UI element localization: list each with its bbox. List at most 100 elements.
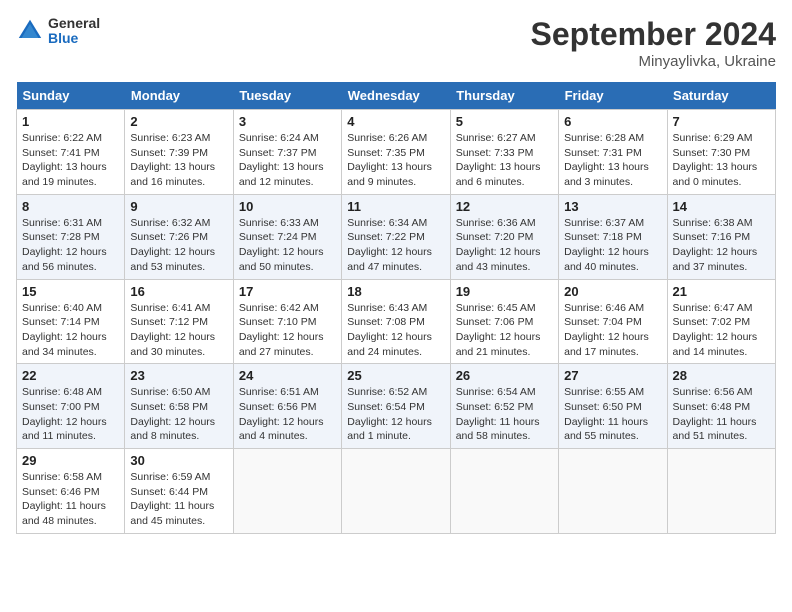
day-info: Sunrise: 6:43 AM Sunset: 7:08 PM Dayligh… <box>347 301 444 360</box>
day-info: Sunrise: 6:40 AM Sunset: 7:14 PM Dayligh… <box>22 301 119 360</box>
day-info: Sunrise: 6:24 AM Sunset: 7:37 PM Dayligh… <box>239 131 336 190</box>
calendar-cell: 22Sunrise: 6:48 AM Sunset: 7:00 PM Dayli… <box>17 364 125 449</box>
day-number: 5 <box>456 114 553 129</box>
dow-header-tuesday: Tuesday <box>233 82 341 110</box>
calendar-table: SundayMondayTuesdayWednesdayThursdayFrid… <box>16 82 776 534</box>
day-number: 6 <box>564 114 661 129</box>
logo-text: General Blue <box>48 16 100 47</box>
calendar-cell: 8 Sunrise: 6:31 AM Sunset: 7:28 PM Daylig… <box>17 194 125 279</box>
day-info: Sunrise: 6:46 AM Sunset: 7:04 PM Dayligh… <box>564 301 661 360</box>
dow-header-sunday: Sunday <box>17 82 125 110</box>
day-info: Sunrise: 6:45 AM Sunset: 7:06 PM Dayligh… <box>456 301 553 360</box>
day-info: Sunrise: 6:50 AM Sunset: 6:58 PM Dayligh… <box>130 385 227 444</box>
day-info: Sunrise: 6:37 AM Sunset: 7:18 PM Dayligh… <box>564 216 661 275</box>
day-number: 10 <box>239 199 336 214</box>
month-title: September 2024 <box>531 16 776 53</box>
day-info: Sunrise: 6:42 AM Sunset: 7:10 PM Dayligh… <box>239 301 336 360</box>
calendar-cell: 1Sunrise: 6:22 AM Sunset: 7:41 PM Daylig… <box>17 110 125 195</box>
day-info: Sunrise: 6:58 AM Sunset: 6:46 PM Dayligh… <box>22 470 119 529</box>
day-info: Sunrise: 6:23 AM Sunset: 7:39 PM Dayligh… <box>130 131 227 190</box>
day-number: 23 <box>130 368 227 383</box>
day-number: 16 <box>130 284 227 299</box>
dow-header-friday: Friday <box>559 82 667 110</box>
day-number: 27 <box>564 368 661 383</box>
calendar-cell <box>559 449 667 534</box>
day-number: 1 <box>22 114 119 129</box>
day-number: 13 <box>564 199 661 214</box>
day-number: 24 <box>239 368 336 383</box>
day-info: Sunrise: 6:33 AM Sunset: 7:24 PM Dayligh… <box>239 216 336 275</box>
day-info: Sunrise: 6:31 AM Sunset: 7:28 PM Dayligh… <box>22 216 119 275</box>
day-info: Sunrise: 6:52 AM Sunset: 6:54 PM Dayligh… <box>347 385 444 444</box>
dow-header-thursday: Thursday <box>450 82 558 110</box>
calendar-cell: 9 Sunrise: 6:32 AM Sunset: 7:26 PM Daylig… <box>125 194 233 279</box>
dow-header-saturday: Saturday <box>667 82 775 110</box>
day-info: Sunrise: 6:29 AM Sunset: 7:30 PM Dayligh… <box>673 131 770 190</box>
logo-general: General <box>48 16 100 31</box>
day-info: Sunrise: 6:36 AM Sunset: 7:20 PM Dayligh… <box>456 216 553 275</box>
title-block: September 2024 Minyaylivka, Ukraine <box>531 16 776 70</box>
calendar-cell: 28Sunrise: 6:56 AM Sunset: 6:48 PM Dayli… <box>667 364 775 449</box>
day-number: 3 <box>239 114 336 129</box>
day-info: Sunrise: 6:32 AM Sunset: 7:26 PM Dayligh… <box>130 216 227 275</box>
calendar-cell: 6 Sunrise: 6:28 AM Sunset: 7:31 PM Daylig… <box>559 110 667 195</box>
calendar-cell: 5Sunrise: 6:27 AM Sunset: 7:33 PM Daylig… <box>450 110 558 195</box>
logo-blue: Blue <box>48 31 100 46</box>
logo-icon <box>16 17 44 45</box>
calendar-cell: 21 Sunrise: 6:47 AM Sunset: 7:02 PM Dayli… <box>667 279 775 364</box>
calendar-cell: 3 Sunrise: 6:24 AM Sunset: 7:37 PM Daylig… <box>233 110 341 195</box>
day-number: 11 <box>347 199 444 214</box>
day-number: 12 <box>456 199 553 214</box>
calendar-cell: 15 Sunrise: 6:40 AM Sunset: 7:14 PM Dayli… <box>17 279 125 364</box>
day-number: 25 <box>347 368 444 383</box>
dow-header-wednesday: Wednesday <box>342 82 450 110</box>
day-number: 29 <box>22 453 119 468</box>
page-header: General Blue September 2024 Minyaylivka,… <box>16 16 776 70</box>
calendar-cell: 10 Sunrise: 6:33 AM Sunset: 7:24 PM Dayli… <box>233 194 341 279</box>
calendar-cell: 25 Sunrise: 6:52 AM Sunset: 6:54 PM Dayli… <box>342 364 450 449</box>
calendar-cell: 18Sunrise: 6:43 AM Sunset: 7:08 PM Dayli… <box>342 279 450 364</box>
calendar-cell: 29 Sunrise: 6:58 AM Sunset: 6:46 PM Dayli… <box>17 449 125 534</box>
day-number: 7 <box>673 114 770 129</box>
calendar-cell: 27 Sunrise: 6:55 AM Sunset: 6:50 PM Dayli… <box>559 364 667 449</box>
calendar-cell: 17 Sunrise: 6:42 AM Sunset: 7:10 PM Dayli… <box>233 279 341 364</box>
calendar-cell: 16Sunrise: 6:41 AM Sunset: 7:12 PM Dayli… <box>125 279 233 364</box>
day-info: Sunrise: 6:54 AM Sunset: 6:52 PM Dayligh… <box>456 385 553 444</box>
day-number: 8 <box>22 199 119 214</box>
day-info: Sunrise: 6:59 AM Sunset: 6:44 PM Dayligh… <box>130 470 227 529</box>
calendar-cell: 26Sunrise: 6:54 AM Sunset: 6:52 PM Dayli… <box>450 364 558 449</box>
day-number: 21 <box>673 284 770 299</box>
day-number: 4 <box>347 114 444 129</box>
calendar-cell: 14 Sunrise: 6:38 AM Sunset: 7:16 PM Dayli… <box>667 194 775 279</box>
day-info: Sunrise: 6:56 AM Sunset: 6:48 PM Dayligh… <box>673 385 770 444</box>
day-number: 17 <box>239 284 336 299</box>
calendar-cell: 12 Sunrise: 6:36 AM Sunset: 7:20 PM Dayli… <box>450 194 558 279</box>
calendar-cell <box>667 449 775 534</box>
day-info: Sunrise: 6:51 AM Sunset: 6:56 PM Dayligh… <box>239 385 336 444</box>
day-number: 2 <box>130 114 227 129</box>
day-info: Sunrise: 6:48 AM Sunset: 7:00 PM Dayligh… <box>22 385 119 444</box>
day-number: 14 <box>673 199 770 214</box>
calendar-cell <box>233 449 341 534</box>
calendar-cell <box>450 449 558 534</box>
calendar-cell: 7 Sunrise: 6:29 AM Sunset: 7:30 PM Daylig… <box>667 110 775 195</box>
day-info: Sunrise: 6:26 AM Sunset: 7:35 PM Dayligh… <box>347 131 444 190</box>
calendar-cell: 11 Sunrise: 6:34 AM Sunset: 7:22 PM Dayli… <box>342 194 450 279</box>
day-info: Sunrise: 6:47 AM Sunset: 7:02 PM Dayligh… <box>673 301 770 360</box>
calendar-cell: 4 Sunrise: 6:26 AM Sunset: 7:35 PM Daylig… <box>342 110 450 195</box>
logo: General Blue <box>16 16 100 47</box>
day-info: Sunrise: 6:55 AM Sunset: 6:50 PM Dayligh… <box>564 385 661 444</box>
calendar-cell: 19 Sunrise: 6:45 AM Sunset: 7:06 PM Dayli… <box>450 279 558 364</box>
day-number: 9 <box>130 199 227 214</box>
day-info: Sunrise: 6:28 AM Sunset: 7:31 PM Dayligh… <box>564 131 661 190</box>
calendar-cell: 24 Sunrise: 6:51 AM Sunset: 6:56 PM Dayli… <box>233 364 341 449</box>
day-number: 19 <box>456 284 553 299</box>
calendar-cell: 13 Sunrise: 6:37 AM Sunset: 7:18 PM Dayli… <box>559 194 667 279</box>
dow-header-monday: Monday <box>125 82 233 110</box>
day-info: Sunrise: 6:34 AM Sunset: 7:22 PM Dayligh… <box>347 216 444 275</box>
calendar-cell: 23 Sunrise: 6:50 AM Sunset: 6:58 PM Dayli… <box>125 364 233 449</box>
day-info: Sunrise: 6:38 AM Sunset: 7:16 PM Dayligh… <box>673 216 770 275</box>
day-number: 20 <box>564 284 661 299</box>
day-number: 15 <box>22 284 119 299</box>
calendar-cell <box>342 449 450 534</box>
